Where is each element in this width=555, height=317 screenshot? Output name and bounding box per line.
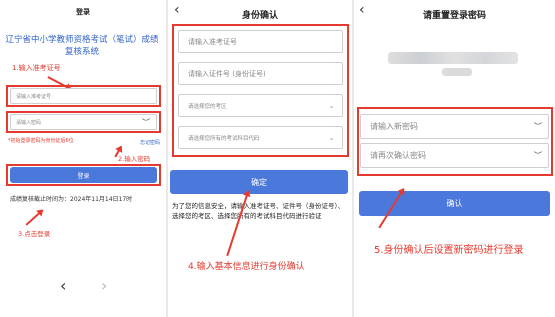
chevron-down-icon: ⌄	[328, 101, 335, 110]
page-title: 身份确认	[241, 11, 278, 21]
forgot-password-link[interactable]: 忘记密码	[140, 139, 160, 146]
page-title: 请重置登录密码	[422, 11, 486, 21]
system-heading: 辽宁省中小学教师资格考试（笔试）成绩复核系统	[5, 35, 159, 57]
chevron-down-icon: ⌄	[328, 133, 335, 142]
annotation-arrow	[226, 190, 249, 256]
area-select-placeholder: 请选择您的考区	[188, 103, 227, 110]
deadline-text: 成绩复核截止时间为：2024年11月14日17时	[10, 196, 133, 203]
annotation-step5: 5.身份确认后设置新密码进行登录	[374, 245, 524, 256]
subject-select-placeholder: 请选择您所有的考试科目代码	[188, 135, 260, 142]
annotation-step1: 1.输入准考证号	[12, 64, 61, 72]
confirm-password-input[interactable]: 请再次确认密码 ︶	[360, 143, 549, 168]
blurred-content	[388, 52, 518, 64]
login-screen: 登录 辽宁省中小学教师资格考试（笔试）成绩复核系统 1.输入准考证号 请输入准考…	[0, 0, 166, 317]
id-number-input[interactable]: 请输入证件号 (身份证号)	[178, 62, 343, 85]
new-password-input[interactable]: 请输入新密码 ︶	[360, 114, 549, 139]
nav-forward-button[interactable]: ›	[101, 276, 107, 295]
page-title: 登录	[76, 8, 90, 16]
login-button[interactable]: 登录	[10, 167, 157, 183]
confirm-password-placeholder: 请再次确认密码	[370, 151, 426, 160]
annotation-step4: 4.输入基本信息进行身份确认	[188, 262, 305, 272]
password-placeholder: 请输入密码	[16, 119, 42, 126]
password-hint: *初始登录密码为身份证后6位	[8, 138, 74, 144]
identity-screen: ‹ 身份确认 请输入准考证号 请输入证件号 (身份证号) 请选择您的考区 ⌄ 请…	[168, 0, 352, 317]
annotation-step2: 2.输入密码	[118, 155, 151, 163]
blurred-content	[442, 68, 472, 76]
annotation-step3: 3.点击登录	[18, 230, 51, 238]
exam-number-input[interactable]: 请输入准考证号	[178, 30, 343, 53]
security-notice: 为了您的信息安全，请输入准考证号、证件号（身份证号）、选择您的考区、选择您所有的…	[172, 202, 345, 220]
confirm-button[interactable]: 确定	[170, 170, 348, 194]
eye-closed-icon[interactable]: ︶	[534, 121, 542, 132]
annotation-arrow	[25, 209, 43, 226]
exam-number-input[interactable]: 请输入准考证号	[10, 88, 157, 104]
nav-back-button[interactable]: ‹	[60, 276, 66, 295]
exam-number-placeholder: 请输入准考证号	[16, 93, 52, 100]
exam-number-placeholder: 请输入准考证号	[188, 37, 237, 46]
eye-closed-icon[interactable]: ︶	[142, 117, 150, 128]
area-select[interactable]: 请选择您的考区 ⌄	[178, 94, 343, 117]
id-number-placeholder: 请输入证件号 (身份证号)	[188, 69, 266, 78]
eye-closed-icon[interactable]: ︶	[534, 150, 542, 161]
new-password-placeholder: 请输入新密码	[370, 122, 418, 131]
reset-password-screen: ‹ 请重置登录密码 请输入新密码 ︶ 请再次确认密码 ︶ 确认 5.身份确认后设…	[354, 0, 555, 317]
subject-select[interactable]: 请选择您所有的考试科目代码 ⌄	[178, 126, 343, 149]
password-input[interactable]: 请输入密码 ︶	[10, 114, 157, 130]
